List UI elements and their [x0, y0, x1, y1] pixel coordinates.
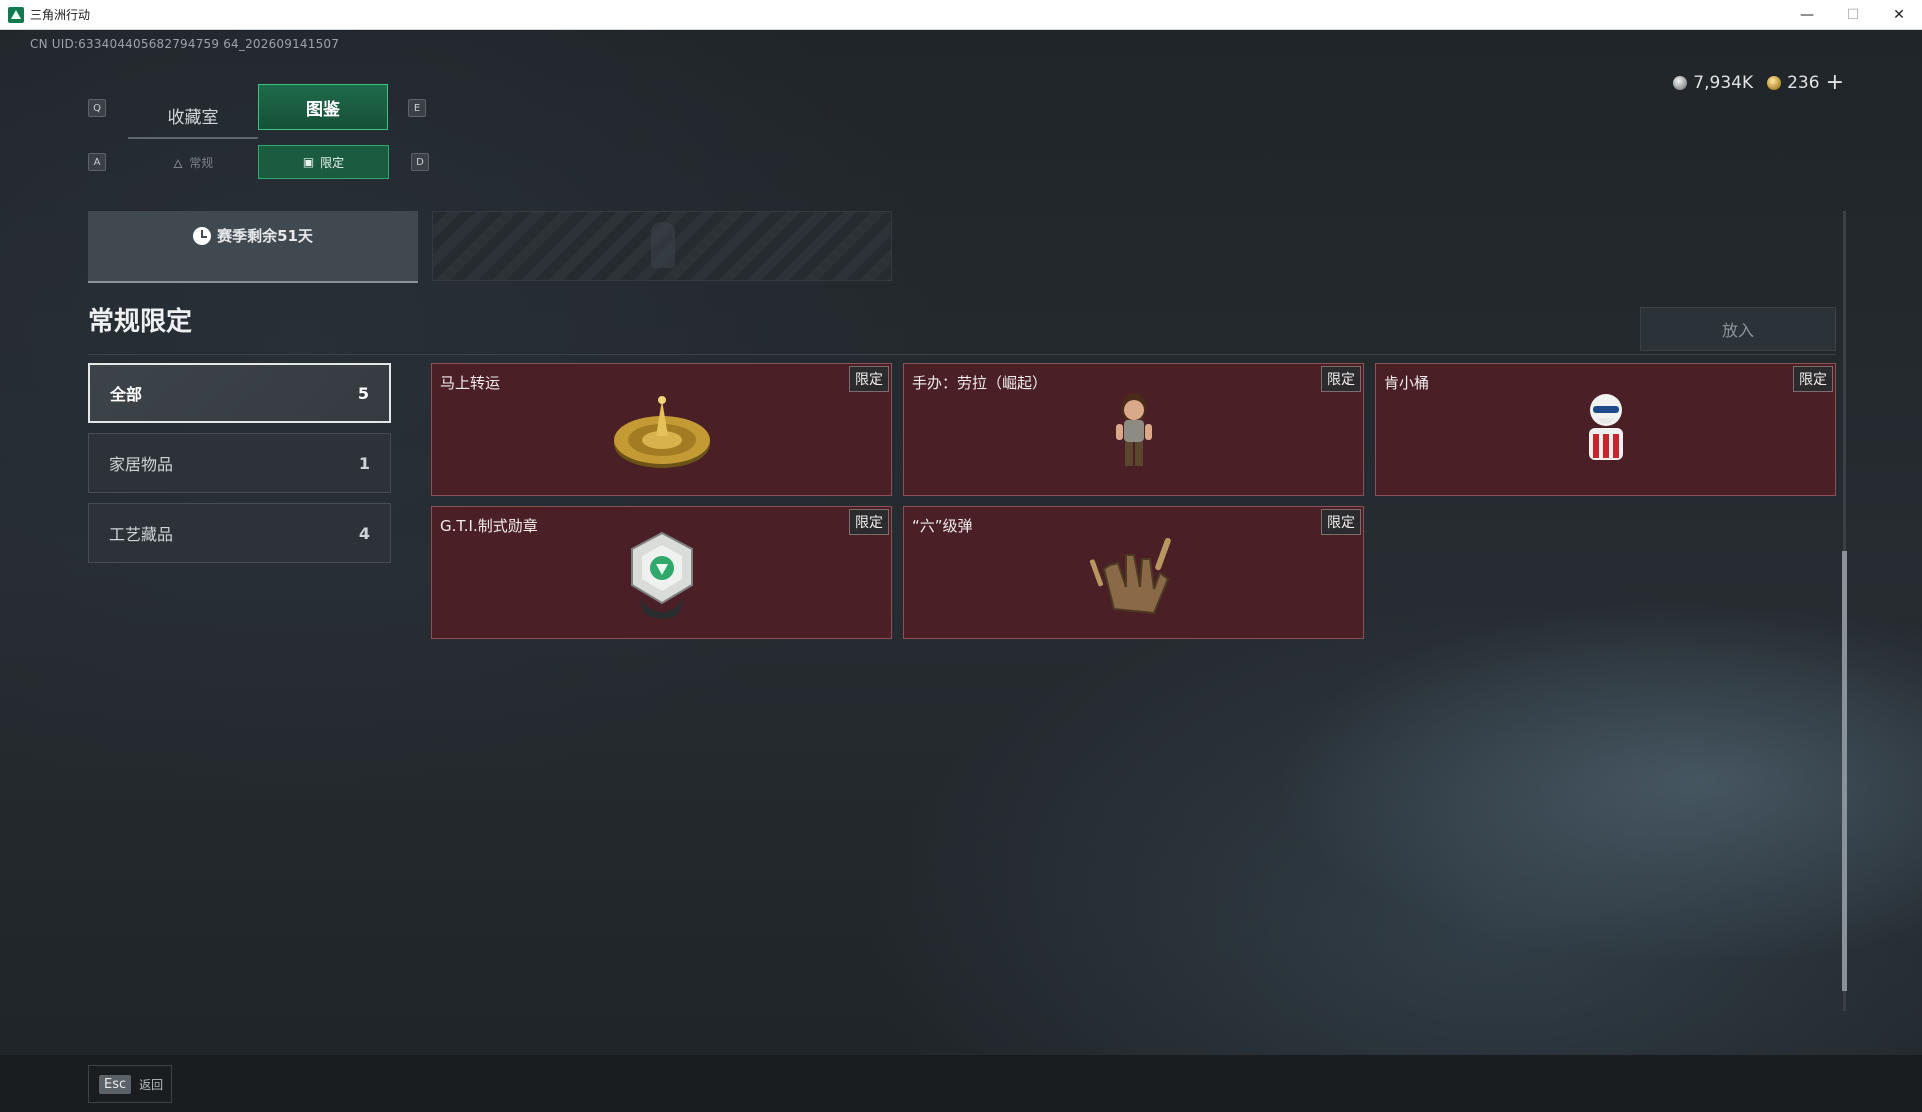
- item-name: G.T.I.制式勋章: [440, 517, 538, 535]
- gold-currency: 236 +: [1767, 72, 1844, 94]
- subtab-limited[interactable]: ▣ 限定: [258, 145, 389, 179]
- clock-icon: [193, 226, 212, 245]
- emblem-icon: [651, 222, 675, 268]
- category-count: 5: [357, 383, 369, 403]
- bullet-hand-icon: [1089, 537, 1171, 615]
- scrollbar-thumb[interactable]: [1842, 551, 1847, 991]
- subtab-limited-label: 限定: [320, 155, 345, 170]
- item-name: “六”级弹: [912, 517, 973, 535]
- window-controls: — ☐ ✕: [1784, 0, 1922, 30]
- uid-label: CN UID:633404405682794759 64_20260914150…: [30, 37, 340, 51]
- limited-badge: 限定: [1321, 509, 1361, 535]
- put-in-button[interactable]: 放入: [1640, 307, 1836, 351]
- item-card[interactable]: G.T.I.制式勋章 限定: [431, 506, 892, 639]
- item-card[interactable]: 马上转运 限定: [431, 363, 892, 496]
- season-banner: [432, 211, 892, 281]
- window-title: 三角洲行动: [30, 8, 91, 22]
- season-remaining-text: 赛季剩余51天: [217, 227, 313, 245]
- category-label: 家居物品: [109, 455, 174, 474]
- image-icon: ▣: [302, 155, 315, 169]
- flame-icon: 🜂: [172, 156, 184, 171]
- bottom-bar: Esc 返回: [0, 1055, 1922, 1112]
- item-name: 马上转运: [440, 374, 501, 392]
- title-bar: 三角洲行动 — ☐ ✕: [0, 0, 1922, 30]
- category-crafts[interactable]: 工艺藏品 4: [88, 503, 391, 563]
- maximize-button[interactable]: ☐: [1830, 0, 1876, 30]
- key-hint-a[interactable]: A: [88, 153, 106, 171]
- silver-amount: 7,934K: [1693, 73, 1754, 93]
- back-label: 返回: [139, 1077, 164, 1092]
- category-home-items[interactable]: 家居物品 1: [88, 433, 391, 493]
- scrollbar[interactable]: [1842, 211, 1847, 1011]
- season-timer: 赛季剩余51天: [88, 211, 418, 283]
- divider: [88, 354, 1836, 355]
- subtab-regular-label: 常规: [189, 155, 214, 170]
- category-all[interactable]: 全部 5: [88, 363, 391, 423]
- subtab-regular[interactable]: 🜂 常规: [128, 145, 258, 179]
- key-hint-d[interactable]: D: [411, 153, 429, 171]
- category-count: 4: [358, 523, 370, 543]
- currency-bar: 7,934K 236 +: [1560, 71, 1844, 95]
- game-view: CN UID:633404405682794759 64_20260914150…: [0, 31, 1922, 1112]
- esc-key-hint: Esc: [99, 1074, 132, 1094]
- item-card[interactable]: 手办：劳拉（崛起） 限定: [903, 363, 1364, 496]
- limited-badge: 限定: [1793, 366, 1833, 392]
- limited-badge: 限定: [1321, 366, 1361, 392]
- category-label: 工艺藏品: [109, 525, 174, 544]
- silver-coin-icon: [1673, 76, 1688, 90]
- item-name: 手办：劳拉（崛起）: [912, 374, 1048, 392]
- key-hint-e[interactable]: E: [408, 99, 426, 117]
- silver-currency: 7,934K: [1673, 73, 1753, 93]
- minimize-button[interactable]: —: [1784, 0, 1830, 30]
- category-label: 全部: [110, 385, 143, 404]
- close-button[interactable]: ✕: [1876, 0, 1922, 30]
- limited-badge: 限定: [849, 509, 889, 535]
- back-button[interactable]: Esc 返回: [88, 1065, 172, 1103]
- limited-badge: 限定: [849, 366, 889, 392]
- figurine-icon: [1115, 393, 1152, 466]
- add-currency-button[interactable]: +: [1826, 72, 1844, 94]
- mascot-icon: [1588, 394, 1623, 460]
- gold-amount: 236: [1787, 73, 1820, 93]
- item-name: 肯小桶: [1384, 374, 1430, 392]
- item-card[interactable]: “六”级弹 限定: [903, 506, 1364, 639]
- item-card[interactable]: 肯小桶 限定: [1375, 363, 1836, 496]
- compass-disc-icon: [613, 396, 710, 468]
- medal-icon: [630, 531, 693, 619]
- tab-collection-room[interactable]: 收藏室: [128, 93, 258, 139]
- key-hint-q[interactable]: Q: [88, 99, 106, 117]
- gold-coin-icon: [1767, 76, 1782, 90]
- tab-codex[interactable]: 图鉴: [258, 84, 388, 130]
- app-logo-icon: [8, 6, 24, 23]
- category-count: 1: [358, 453, 370, 473]
- page-title: 常规限定: [88, 307, 193, 337]
